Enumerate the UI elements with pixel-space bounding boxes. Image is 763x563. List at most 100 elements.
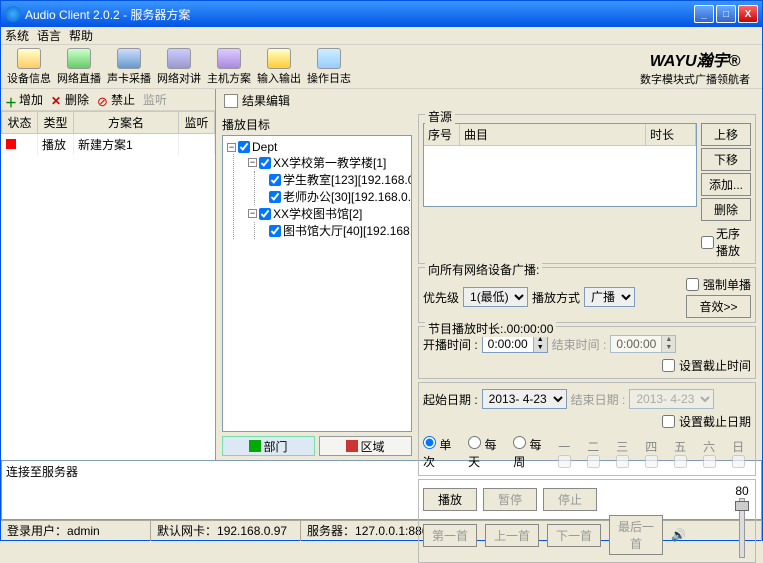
play-button[interactable]: 播放 xyxy=(423,488,477,511)
volume-value: 80 xyxy=(735,484,748,498)
force-unicast-checkbox[interactable] xyxy=(686,278,699,291)
device-icon xyxy=(17,48,41,69)
brand-logo: WAYU瀚宇® xyxy=(640,47,750,71)
wk-sun[interactable]: 日 xyxy=(732,438,751,471)
maximize-button[interactable]: □ xyxy=(716,5,736,23)
wk-mon[interactable]: 一 xyxy=(558,438,577,471)
volume-slider[interactable] xyxy=(739,498,745,558)
tool-io[interactable]: 输入输出 xyxy=(255,47,303,87)
tree-checkbox[interactable] xyxy=(259,157,271,169)
play-mode-select[interactable]: 广播 xyxy=(584,287,635,307)
slider-thumb[interactable] xyxy=(735,501,749,511)
document-icon xyxy=(224,94,238,108)
plan-list-panel: ＋增加 ✕删除 ⊘禁止 监听 状态 类型 方案名 监听 播放 新建方案 xyxy=(1,89,216,460)
set-end-time-checkbox[interactable] xyxy=(662,359,675,372)
status-nic: 默认网卡：192.168.0.97 xyxy=(151,520,301,541)
freq-weekly[interactable]: 每周 xyxy=(513,436,546,470)
tree-checkbox[interactable] xyxy=(269,174,281,186)
status-user: 登录用户：admin xyxy=(1,520,151,541)
tool-net-talk[interactable]: 网络对讲 xyxy=(155,47,203,87)
tree-toggle[interactable]: − xyxy=(227,143,236,152)
start-time-label: 开播时间 : xyxy=(423,336,478,353)
menu-system[interactable]: 系统 xyxy=(5,27,29,44)
start-time-input[interactable]: ▲▼ xyxy=(482,335,548,353)
move-down-button[interactable]: 下移 xyxy=(701,148,751,171)
end-time-input[interactable]: ▲▼ xyxy=(610,335,676,353)
app-icon xyxy=(5,6,21,22)
add-source-button[interactable]: 添加... xyxy=(701,173,751,196)
shuffle-checkbox[interactable] xyxy=(701,236,714,249)
shuffle-checkbox-label[interactable]: 无序播放 xyxy=(701,223,751,259)
first-track-button[interactable]: 第一首 xyxy=(423,524,477,547)
tab-department[interactable]: 部门 xyxy=(222,436,315,456)
prev-track-button[interactable]: 上一首 xyxy=(485,524,539,547)
move-up-button[interactable]: 上移 xyxy=(701,123,751,146)
wk-tue[interactable]: 二 xyxy=(587,438,606,471)
minimize-button[interactable]: _ xyxy=(694,5,714,23)
menu-language[interactable]: 语言 xyxy=(37,27,61,44)
set-end-date-checkbox[interactable] xyxy=(662,415,675,428)
set-end-date-label[interactable]: 设置截止日期 xyxy=(662,413,751,430)
menubar: 系统 语言 帮助 xyxy=(1,27,762,45)
speaker-icon[interactable]: 🔊 xyxy=(671,528,685,542)
tree-toggle[interactable]: − xyxy=(248,158,257,167)
ban-plan-button[interactable]: ⊘禁止 xyxy=(97,91,135,108)
spin-down-icon[interactable]: ▼ xyxy=(533,344,547,352)
last-track-button[interactable]: 最后一首 xyxy=(609,515,663,555)
col-state[interactable]: 状态 xyxy=(2,112,38,134)
table-row[interactable]: 播放 新建方案1 xyxy=(2,134,215,156)
start-date-picker[interactable]: 2013- 4-23 xyxy=(482,389,567,409)
next-track-button[interactable]: 下一首 xyxy=(547,524,601,547)
broadcast-title: 向所有网络设备广播: xyxy=(425,261,542,278)
tree-checkbox[interactable] xyxy=(269,225,281,237)
delete-source-button[interactable]: 删除 xyxy=(701,198,751,221)
tree-checkbox[interactable] xyxy=(259,208,271,220)
delete-plan-button[interactable]: ✕删除 xyxy=(51,91,89,108)
spin-up-icon[interactable]: ▲ xyxy=(533,336,547,344)
result-edit-header: 结果编辑 xyxy=(242,92,290,109)
priority-select[interactable]: 1(最低) xyxy=(463,287,528,307)
col-monitor[interactable]: 监听 xyxy=(179,112,215,134)
tool-net-live[interactable]: 网络直播 xyxy=(55,47,103,87)
pause-button[interactable]: 暂停 xyxy=(483,488,537,511)
ban-icon: ⊘ xyxy=(97,94,109,106)
col-type[interactable]: 类型 xyxy=(38,112,74,134)
add-plan-button[interactable]: ＋增加 xyxy=(5,91,43,108)
menu-help[interactable]: 帮助 xyxy=(69,27,93,44)
targets-label: 播放目标 xyxy=(222,114,412,135)
tool-host-plan[interactable]: 主机方案 xyxy=(205,47,253,87)
tool-sound-capture[interactable]: 声卡采播 xyxy=(105,47,153,87)
brand-slogan: 数字模块式广播领航者 xyxy=(640,71,750,87)
tool-device-info[interactable]: 设备信息 xyxy=(5,47,53,87)
source-list[interactable]: 序号 曲目 时长 xyxy=(423,123,697,207)
x-icon: ✕ xyxy=(51,94,63,106)
zone-icon xyxy=(346,440,358,452)
tab-zone[interactable]: 区域 xyxy=(319,436,412,456)
src-col-track[interactable]: 曲目 xyxy=(460,124,646,145)
src-col-dur[interactable]: 时长 xyxy=(646,124,696,145)
start-date-label: 起始日期 : xyxy=(423,391,478,408)
log-icon xyxy=(317,48,341,69)
freq-once[interactable]: 单次 xyxy=(423,436,456,470)
freq-daily[interactable]: 每天 xyxy=(468,436,501,470)
tool-log[interactable]: 操作日志 xyxy=(305,47,353,87)
wk-wed[interactable]: 三 xyxy=(616,438,635,471)
set-end-time-label[interactable]: 设置截止时间 xyxy=(662,357,751,374)
close-button[interactable]: X xyxy=(738,5,758,23)
tree-checkbox[interactable] xyxy=(238,141,250,153)
tree-toggle[interactable]: − xyxy=(248,209,257,218)
wk-sat[interactable]: 六 xyxy=(703,438,722,471)
force-unicast-label[interactable]: 强制单播 xyxy=(686,276,751,293)
col-name[interactable]: 方案名 xyxy=(74,112,179,134)
stop-button[interactable]: 停止 xyxy=(543,488,597,511)
wk-fri[interactable]: 五 xyxy=(674,438,693,471)
io-icon xyxy=(267,48,291,69)
end-date-label: 结束日期 : xyxy=(571,391,626,408)
tree-checkbox[interactable] xyxy=(269,191,281,203)
targets-tree[interactable]: −Dept −XX学校第一教学楼[1] 学生教室[123][192.168.0.… xyxy=(222,135,412,432)
src-col-seq[interactable]: 序号 xyxy=(424,124,460,145)
end-date-picker[interactable]: 2013- 4-23 xyxy=(629,389,714,409)
wk-thu[interactable]: 四 xyxy=(645,438,664,471)
monitor-button[interactable]: 监听 xyxy=(143,91,167,108)
audio-fx-button[interactable]: 音效>> xyxy=(686,295,751,318)
